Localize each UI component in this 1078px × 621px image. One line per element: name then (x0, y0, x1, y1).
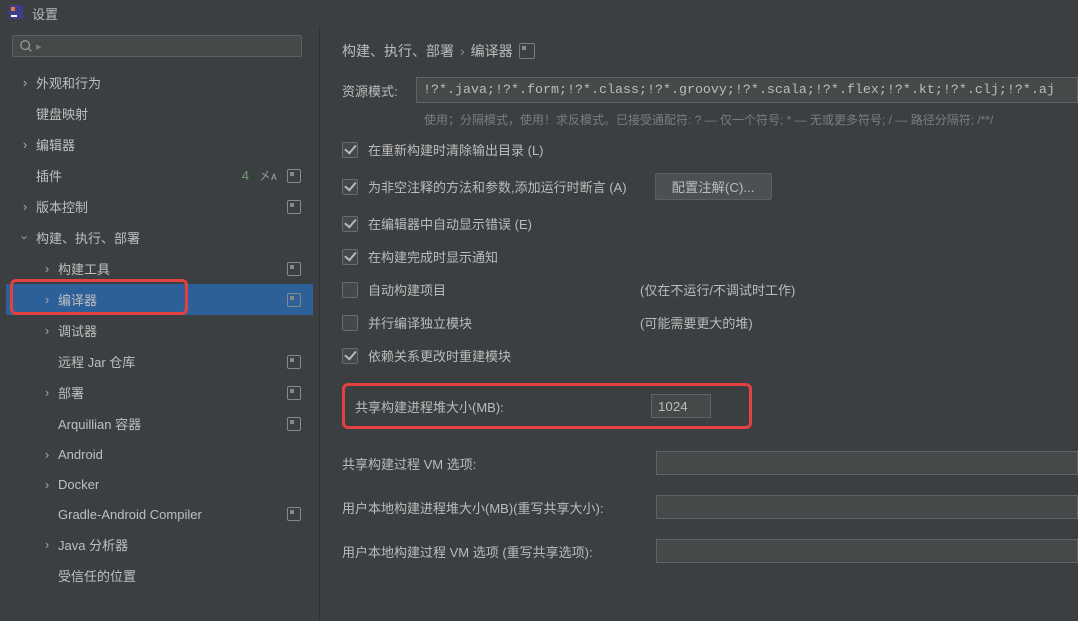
checkbox-nonempty-assert[interactable] (342, 179, 358, 195)
chevron-down-icon: › (18, 231, 33, 245)
module-icon (287, 293, 301, 307)
tree-debugger[interactable]: › 调试器 (6, 315, 313, 346)
label-parallel: 并行编译独立模块 (368, 313, 630, 332)
chevron-right-icon: › (40, 537, 54, 552)
module-icon (287, 507, 301, 521)
tree-compiler[interactable]: › 编译器 (6, 284, 313, 315)
chevron-right-icon: › (40, 261, 54, 276)
user-vm-label: 用户本地构建过程 VM 选项 (重写共享选项): (342, 542, 656, 561)
tree-keymap[interactable]: 键盘映射 (6, 98, 313, 129)
highlight-shared-heap: 共享构建进程堆大小(MB): (342, 383, 752, 429)
chevron-right-icon: › (18, 137, 32, 152)
tree-editor[interactable]: › 编辑器 (6, 129, 313, 160)
module-icon (287, 417, 301, 431)
module-icon (519, 43, 535, 59)
module-icon (287, 355, 301, 369)
chevron-right-icon: › (40, 477, 54, 492)
tree-trusted-locations[interactable]: 受信任的位置 (6, 560, 313, 591)
module-icon (287, 169, 301, 183)
checkbox-show-errors[interactable] (342, 216, 358, 232)
shared-vm-input[interactable] (656, 451, 1078, 475)
user-heap-label: 用户本地构建进程堆大小(MB)(重写共享大小): (342, 498, 656, 517)
chevron-right-icon: › (18, 199, 32, 214)
module-icon (287, 200, 301, 214)
resource-pattern-input[interactable] (416, 77, 1078, 103)
checkbox-show-notifications[interactable] (342, 249, 358, 265)
checkbox-parallel[interactable] (342, 315, 358, 331)
checkbox-rebuild-deps[interactable] (342, 348, 358, 364)
checkbox-auto-build[interactable] (342, 282, 358, 298)
resource-pattern-hint: 使用；分隔模式，使用！求反模式。已接受通配符: ? — 仅一个符号; * — 无… (424, 111, 1078, 128)
user-vm-input[interactable] (656, 539, 1078, 563)
chevron-right-icon: › (40, 385, 54, 400)
user-heap-input[interactable] (656, 495, 1078, 519)
chevron-right-icon: › (40, 447, 54, 462)
label-show-notifications: 在构建完成时显示通知 (368, 247, 498, 266)
app-icon (8, 4, 24, 23)
shared-vm-label: 共享构建过程 VM 选项: (342, 454, 656, 473)
label-rebuild-deps: 依赖关系更改时重建模块 (368, 346, 511, 365)
resource-pattern-label: 资源模式: (342, 81, 416, 100)
label-clear-output: 在重新构建时清除输出目录 (L) (368, 140, 544, 159)
note-parallel: (可能需要更大的堆) (640, 313, 753, 332)
chevron-right-icon: › (18, 75, 32, 90)
search-icon (19, 39, 33, 53)
tree-android[interactable]: › Android (6, 439, 313, 469)
tree-deployment[interactable]: › 部署 (6, 377, 313, 408)
configure-annotations-button[interactable]: 配置注解(C)... (655, 173, 772, 200)
tree-version-control[interactable]: › 版本控制 (6, 191, 313, 222)
tree-arquillian[interactable]: Arquillian 容器 (6, 408, 313, 439)
tree-java-analyzer[interactable]: › Java 分析器 (6, 529, 313, 560)
chevron-right-icon: › (460, 43, 465, 59)
label-nonempty-assert: 为非空注释的方法和参数,添加运行时断言 (A) (368, 177, 627, 196)
translate-icon: 㐅ᴀ (259, 167, 277, 184)
breadcrumb-compiler: 编译器 (471, 41, 513, 61)
tree-build-tools[interactable]: › 构建工具 (6, 253, 313, 284)
checkbox-clear-output[interactable] (342, 142, 358, 158)
module-icon (287, 262, 301, 276)
tree-plugins[interactable]: 插件 4 㐅ᴀ (6, 160, 313, 191)
window-title: 设置 (32, 4, 58, 23)
tree-remote-jar[interactable]: 远程 Jar 仓库 (6, 346, 313, 377)
module-icon (287, 386, 301, 400)
note-auto-build: (仅在不运行/不调试时工作) (640, 280, 795, 299)
breadcrumb: 构建、执行、部署 › 编译器 (342, 41, 1078, 61)
tree-build[interactable]: › 构建、执行、部署 (6, 222, 313, 253)
label-auto-build: 自动构建项目 (368, 280, 630, 299)
tree-appearance[interactable]: › 外观和行为 (6, 67, 313, 98)
tree-gradle-android[interactable]: Gradle-Android Compiler (6, 499, 313, 529)
chevron-right-icon: › (40, 323, 54, 338)
label-show-errors: 在编辑器中自动显示错误 (E) (368, 214, 532, 233)
plugins-count: 4 (242, 168, 249, 183)
search-input[interactable]: ▸ (12, 35, 302, 57)
chevron-right-icon: › (40, 292, 54, 307)
shared-heap-input[interactable] (651, 394, 711, 418)
tree-docker[interactable]: › Docker (6, 469, 313, 499)
shared-heap-label: 共享构建进程堆大小(MB): (355, 397, 651, 416)
breadcrumb-build[interactable]: 构建、执行、部署 (342, 41, 454, 61)
